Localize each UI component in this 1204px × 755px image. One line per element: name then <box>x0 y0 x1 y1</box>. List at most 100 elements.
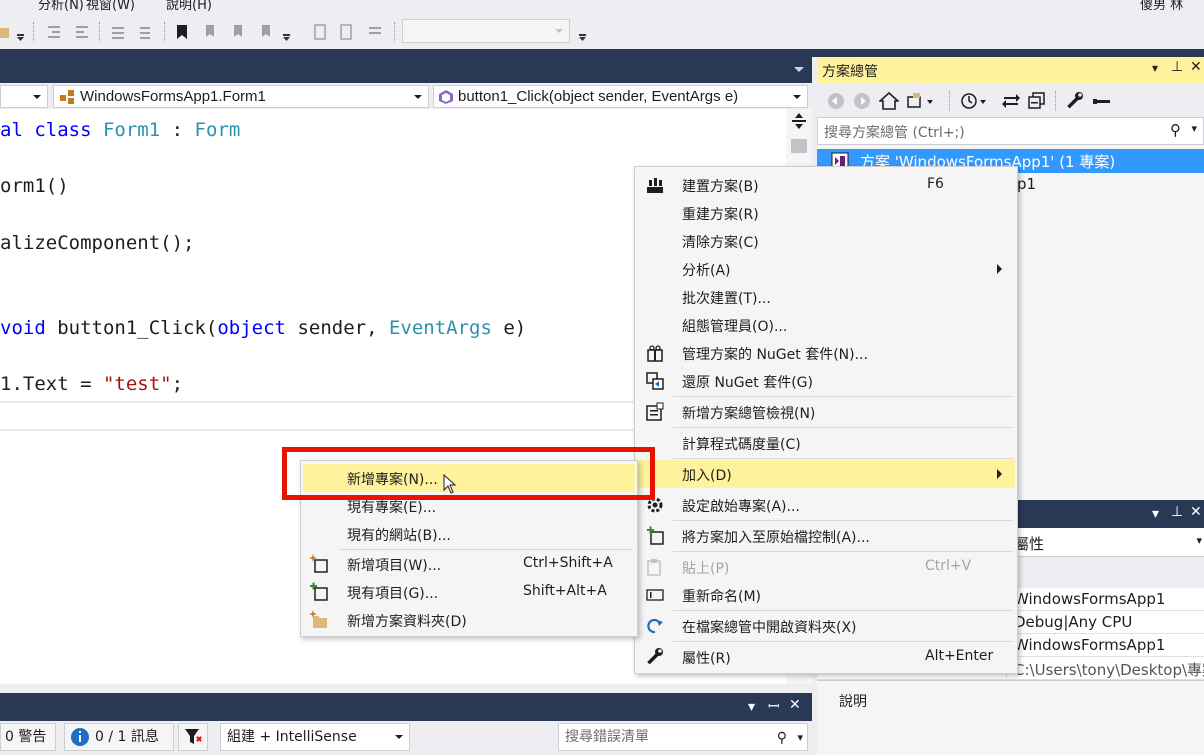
clear-bookmarks-icon[interactable] <box>256 22 276 42</box>
dropdown-icon[interactable]: ▾ <box>1152 61 1158 75</box>
menu-item-new-item[interactable]: 新增項目(W)... Ctrl+Shift+A <box>303 550 635 578</box>
menu-item-batch-build[interactable]: 批次建置(T)... <box>637 283 1015 311</box>
filter-button[interactable] <box>178 723 208 751</box>
class-name: WindowsFormsApp1.Form1 <box>80 88 266 105</box>
menu-item-restore-nuget[interactable]: 還原 NuGet 套件(G) <box>637 367 1015 395</box>
class-combo[interactable]: WindowsFormsApp1.Form1 <box>53 85 429 108</box>
solution-explorer-toolbar <box>817 83 1204 117</box>
menu-item-set-startup-projects[interactable]: 設定啟始專案(A)... <box>637 491 1015 519</box>
user-name[interactable]: 傻男 林 <box>1140 0 1183 13</box>
build-filter-select[interactable]: 組建 + IntelliSense <box>220 723 410 751</box>
refresh-icon[interactable] <box>1001 91 1021 111</box>
outdent-icon[interactable] <box>72 22 92 42</box>
warnings-filter[interactable]: 0 警告 <box>0 723 56 751</box>
toolbar-combo[interactable] <box>402 19 570 43</box>
menu-window[interactable]: 視窗(W) <box>86 0 135 13</box>
errorlist-search-input[interactable]: 搜尋錯誤清單 ⚲ ▾ <box>558 723 808 751</box>
method-icon <box>438 89 454 105</box>
dropdown-icon[interactable]: ▾ <box>748 699 755 715</box>
explorer-view-icon <box>645 402 665 422</box>
indent-icon[interactable] <box>44 22 64 42</box>
messages-filter[interactable]: 0 / 1 訊息 <box>64 723 174 751</box>
existing-item-icon <box>309 582 329 602</box>
overflow-icon[interactable] <box>16 22 26 42</box>
code-line-2: orm1() <box>0 175 69 197</box>
search-dropdown-icon[interactable]: ▾ <box>797 725 803 751</box>
menu-item-clean-solution[interactable]: 清除方案(C) <box>637 227 1015 255</box>
menu-help[interactable]: 說明(H) <box>166 0 212 13</box>
page-icon[interactable] <box>310 22 330 42</box>
member-name: button1_Click(object sender, EventArgs e… <box>458 88 739 105</box>
tree-item-project[interactable]: p1 <box>1017 175 1036 193</box>
code-line-5: 1.Text = "test"; <box>0 373 184 395</box>
code-line-4: void button1_Click(object sender, EventA… <box>0 317 527 339</box>
project-combo[interactable] <box>0 85 48 108</box>
menu-item-existing-website[interactable]: 現有的網站(B)... <box>303 520 635 548</box>
submenu-arrow-icon <box>997 469 1002 479</box>
menu-item-properties[interactable]: 屬性(R) Alt+Enter <box>637 643 1015 671</box>
wrench-icon[interactable] <box>1065 91 1085 111</box>
home-icon[interactable] <box>879 91 899 111</box>
overflow-icon-2[interactable] <box>282 22 292 42</box>
close-icon[interactable]: ✕ <box>1190 504 1202 520</box>
page-icon-2[interactable] <box>336 22 356 42</box>
back-icon[interactable] <box>827 92 845 110</box>
errorlist-toolbar: 0 警告 0 / 1 訊息 組建 + IntelliSense 搜尋錯誤清單 ⚲… <box>0 721 812 755</box>
close-icon[interactable]: ✕ <box>1190 59 1202 75</box>
sync-view-icon[interactable] <box>907 91 935 111</box>
history-icon[interactable] <box>960 91 988 111</box>
bookmark-icon[interactable] <box>172 22 192 42</box>
close-icon[interactable]: ✕ <box>789 697 801 713</box>
code-line-1: al class Form1 : Form <box>0 119 241 141</box>
properties-description: 說明 <box>817 680 1204 755</box>
overflow-icon-3[interactable] <box>578 22 588 42</box>
restore-icon <box>645 371 665 391</box>
uncomment-icon[interactable] <box>136 22 156 42</box>
paste-icon <box>645 557 665 577</box>
collapse-all-icon[interactable] <box>1027 91 1047 111</box>
menu-item-existing-item[interactable]: 現有項目(G)... Shift+Alt+A <box>303 578 635 606</box>
menu-item-manage-nuget[interactable]: 管理方案的 NuGet 套件(N)... <box>637 339 1015 367</box>
search-icon: ⚲ <box>1170 121 1181 139</box>
solution-explorer-search[interactable]: 搜尋方案總管 (Ctrl+;) ⚲ ▾ <box>817 117 1204 145</box>
open-folder-arrow-icon <box>645 616 665 636</box>
menu-item-paste[interactable]: 貼上(P) Ctrl+V <box>637 553 1015 581</box>
comment-icon[interactable] <box>108 22 128 42</box>
info-icon <box>70 727 90 747</box>
pin-icon[interactable]: ꟷ <box>768 697 779 716</box>
menu-item-add[interactable]: 加入(D) <box>637 460 1015 488</box>
pin-panel-icon[interactable] <box>1091 91 1111 111</box>
new-item-icon <box>309 554 329 574</box>
menu-item-new-explorer-view[interactable]: 新增方案總管檢視(N) <box>637 398 1015 426</box>
prev-bookmark-icon[interactable] <box>200 22 220 42</box>
filter-icon <box>183 727 203 747</box>
tab-list-dropdown[interactable] <box>794 67 804 72</box>
folder-icon[interactable] <box>0 22 10 42</box>
menu-item-analyze[interactable]: 分析(A) <box>637 255 1015 283</box>
menu-analyze[interactable]: 分析(N) <box>38 0 84 13</box>
build-icon <box>645 175 665 195</box>
menu-item-add-to-source-control[interactable]: 將方案加入至原始檔控制(A)... <box>637 522 1015 550</box>
pin-icon[interactable]: ⊥ <box>1171 504 1183 520</box>
chrome-band <box>0 49 1204 57</box>
menu-item-open-in-explorer[interactable]: 在檔案總管中開啟資料夾(X) <box>637 612 1015 640</box>
solution-explorer-titlebar: 方案總管 ▾ ⊥ ✕ <box>817 57 1204 83</box>
errorlist-titlebar: ▾ ꟷ ✕ <box>0 693 812 721</box>
menu-item-rebuild-solution[interactable]: 重建方案(R) <box>637 199 1015 227</box>
menu-item-new-solution-folder[interactable]: 新增方案資料夾(D) <box>303 606 635 634</box>
rename-icon <box>645 585 665 605</box>
member-combo[interactable]: button1_Click(object sender, EventArgs e… <box>433 85 808 108</box>
split-icon[interactable] <box>792 113 806 129</box>
menu-item-code-metrics[interactable]: 計算程式碼度量(C) <box>637 429 1015 457</box>
forward-icon[interactable] <box>853 92 871 110</box>
menu-item-configuration-manager[interactable]: 組態管理員(O)... <box>637 311 1015 339</box>
menu-item-build-solution[interactable]: 建置方案(B) F6 <box>637 171 1015 199</box>
next-bookmark-icon[interactable] <box>228 22 248 42</box>
comment-toggle-icon[interactable] <box>366 22 386 42</box>
menu-bar: 分析(N) 視窗(W) 說明(H) 傻男 林 <box>0 0 1204 14</box>
pin-icon[interactable]: ⊥ <box>1171 59 1183 75</box>
search-dropdown-icon[interactable]: ▾ <box>1191 122 1197 135</box>
dropdown-icon[interactable]: ▾ <box>1152 506 1159 522</box>
scroll-thumb[interactable] <box>791 139 807 153</box>
menu-item-rename[interactable]: 重新命名(M) <box>637 581 1015 609</box>
